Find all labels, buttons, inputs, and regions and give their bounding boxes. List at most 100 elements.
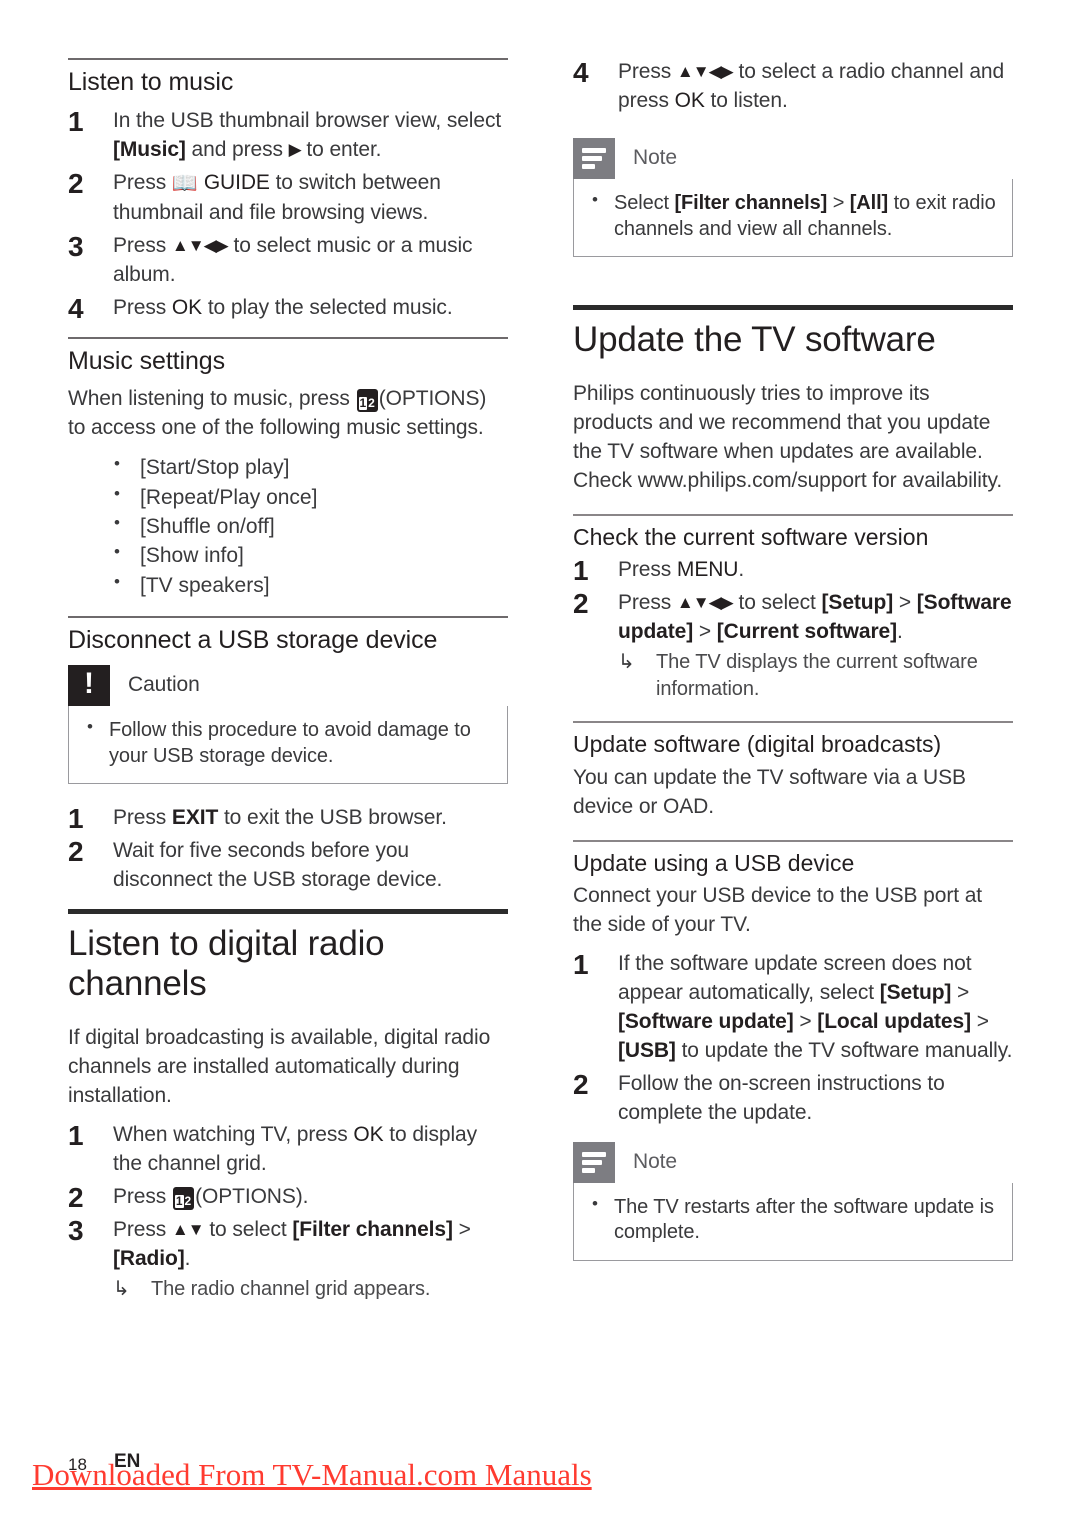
step-number: 3 (68, 1214, 84, 1246)
step-result: ↳ The radio channel grid appears. (113, 1276, 508, 1303)
step-text: Press EXIT to exit the USB browser. (113, 806, 447, 830)
manual-page: Listen to music 1 In the USB thumbnail b… (0, 0, 1080, 1527)
list-item: Follow this procedure to avoid damage to… (83, 716, 493, 769)
list-item: [TV speakers] (110, 570, 508, 600)
section-rule (68, 616, 508, 619)
section-music-settings: Music settings When listening to music, … (68, 336, 508, 601)
heading-update-tv-software: Update the TV software (573, 320, 936, 360)
step-text: Press ▲▼◀▶ to select [Setup] > [Software… (618, 591, 1012, 644)
step-item: 2 Wait for five seconds before you disco… (68, 836, 508, 895)
updown-arrows-icon: ▲▼ (171, 1219, 205, 1239)
step-result: ↳ The TV displays the current software in… (618, 651, 978, 701)
dpad-arrows-icon: ▲▼◀▶ (676, 593, 734, 613)
step-item: 1 In the USB thumbnail browser view, sel… (68, 106, 508, 165)
note-callout-usb: Note The TV restarts after the software … (573, 1141, 1013, 1261)
step-text: Press ▲▼ to select [Filter channels] > [… (113, 1217, 471, 1270)
step-item: 1 Press MENU. (573, 555, 1013, 586)
result-arrow-icon: ↳ (618, 651, 635, 674)
update-digital-body: You can update the TV software via a USB… (573, 765, 966, 818)
section-update-usb: Update using a USB device Connect your U… (573, 839, 1013, 1261)
section-rule-major (68, 909, 508, 915)
note-body: The TV restarts after the software updat… (573, 1182, 1013, 1261)
update-usb-intro: Connect your USB device to the USB port … (573, 884, 983, 937)
step-text: When watching TV, press OK to display th… (113, 1122, 478, 1175)
list-item: [Shuffle on/off] (110, 511, 508, 541)
right-arrow-icon: ▶ (288, 139, 302, 159)
heading-digital-radio: Listen to digital radio channels (68, 924, 385, 1003)
steps-update-usb: 1 If the software update screen does not… (573, 949, 1013, 1128)
step-number: 1 (573, 948, 589, 980)
note-header: Note (573, 1141, 1013, 1183)
step-text: Follow the on-screen instructions to com… (618, 1071, 945, 1124)
caution-callout: ! Caution Follow this procedure to avoid… (68, 664, 508, 785)
step-item: 2 Press 1 2 (OPTIONS). (68, 1182, 508, 1213)
note-label: Note (633, 146, 677, 170)
steps-listen-to-music: 1 In the USB thumbnail browser view, sel… (68, 106, 508, 324)
left-column: Listen to music 1 In the USB thumbnail b… (68, 58, 508, 1317)
step-item: 2 Press 📖 GUIDE to switch between thumbn… (68, 168, 508, 228)
step-item: 4 Press OK to play the selected music. (68, 293, 508, 324)
step-text: Press ▲▼◀▶ to select a radio channel and… (618, 60, 1005, 112)
step-number: 1 (68, 1119, 84, 1151)
step-text: Press MENU. (618, 558, 745, 582)
step-item: 2 Follow the on-screen instructions to c… (573, 1069, 1013, 1128)
right-column: 4 Press ▲▼◀▶ to select a radio channel a… (573, 57, 1013, 1281)
caution-icon: ! (68, 664, 110, 706)
section-update-digital: Update software (digital broadcasts) You… (573, 721, 1013, 821)
result-arrow-icon: ↳ (113, 1277, 130, 1300)
caution-body: Follow this procedure to avoid damage to… (68, 705, 508, 785)
step-text: Wait for five seconds before you disconn… (113, 839, 443, 892)
section-rule (68, 58, 508, 60)
heading-update-usb: Update using a USB device (573, 849, 855, 876)
steps-check-version: 1 Press MENU. 2 Press ▲▼◀▶ to select [Se… (573, 555, 1013, 703)
step-item: 4 Press ▲▼◀▶ to select a radio channel a… (573, 57, 1013, 116)
list-item: Select [Filter channels] > [All] to exit… (588, 189, 998, 242)
section-rule (573, 721, 1013, 724)
note-label: Note (633, 1150, 677, 1174)
section-digital-radio: Listen to digital radio channels If digi… (68, 909, 508, 1303)
heading-listen-to-music: Listen to music (68, 68, 234, 96)
caution-label: Caution (128, 673, 200, 697)
step-text: In the USB thumbnail browser view, selec… (113, 108, 502, 161)
note-lines-icon (582, 1151, 606, 1173)
heading-check-version: Check the current software version (573, 523, 929, 550)
step-text: Press ▲▼◀▶ to select music or a music al… (113, 233, 473, 286)
section-rule (573, 513, 1013, 516)
step-text: Press 📖 GUIDE to switch between thumbnai… (113, 170, 441, 224)
step-item: 1 If the software update screen does not… (573, 949, 1013, 1066)
step-item: 1 When watching TV, press OK to display … (68, 1120, 508, 1179)
options-icon: 12 (356, 389, 378, 413)
update-tv-software-intro: Philips continuously tries to improve it… (573, 382, 1003, 492)
list-item: [Repeat/Play once] (110, 482, 508, 512)
watermark-text: Downloaded From TV-Manual.com Manuals (32, 1457, 592, 1492)
section-listen-to-music: Listen to music 1 In the USB thumbnail b… (68, 58, 508, 324)
list-item: The TV restarts after the software updat… (588, 1193, 998, 1246)
page-footer: 18 EN Downloaded From TV-Manual.com Manu… (32, 1449, 1018, 1492)
note-body: Select [Filter channels] > [All] to exit… (573, 178, 1013, 258)
step-number: 2 (68, 836, 84, 868)
steps-disconnect-usb: 1 Press EXIT to exit the USB browser. 2 … (68, 803, 508, 895)
caution-header: ! Caution (68, 664, 508, 706)
heading-music-settings: Music settings (68, 346, 225, 375)
step-number: 4 (68, 292, 84, 324)
list-item: [Start/Stop play] (110, 452, 508, 482)
heading-disconnect-usb: Disconnect a USB storage device (68, 626, 438, 655)
list-item: [Show info] (110, 540, 508, 570)
section-rule (573, 839, 1013, 842)
dpad-arrows-icon: ▲▼◀▶ (171, 235, 229, 255)
step-number: 1 (68, 105, 84, 137)
steps-radio-continued: 4 Press ▲▼◀▶ to select a radio channel a… (573, 57, 1013, 116)
note-callout-radio: Note Select [Filter channels] > [All] to… (573, 137, 1013, 258)
music-settings-options: [Start/Stop play] [Repeat/Play once] [Sh… (68, 452, 508, 600)
section-rule-major (573, 305, 1013, 311)
step-text: If the software update screen does not a… (618, 951, 1013, 1062)
step-number: 2 (573, 588, 589, 620)
steps-digital-radio: 1 When watching TV, press OK to display … (68, 1120, 508, 1303)
options-icon: 12 (172, 1186, 195, 1210)
step-item: 1 Press EXIT to exit the USB browser. (68, 803, 508, 834)
section-update-tv-software: Update the TV software Philips continuou… (573, 305, 1013, 496)
dpad-arrows-icon: ▲▼◀▶ (676, 62, 734, 81)
step-item: 3 Press ▲▼ to select [Filter channels] >… (68, 1215, 508, 1303)
step-number: 2 (573, 1068, 589, 1100)
exclamation-icon: ! (84, 667, 94, 701)
